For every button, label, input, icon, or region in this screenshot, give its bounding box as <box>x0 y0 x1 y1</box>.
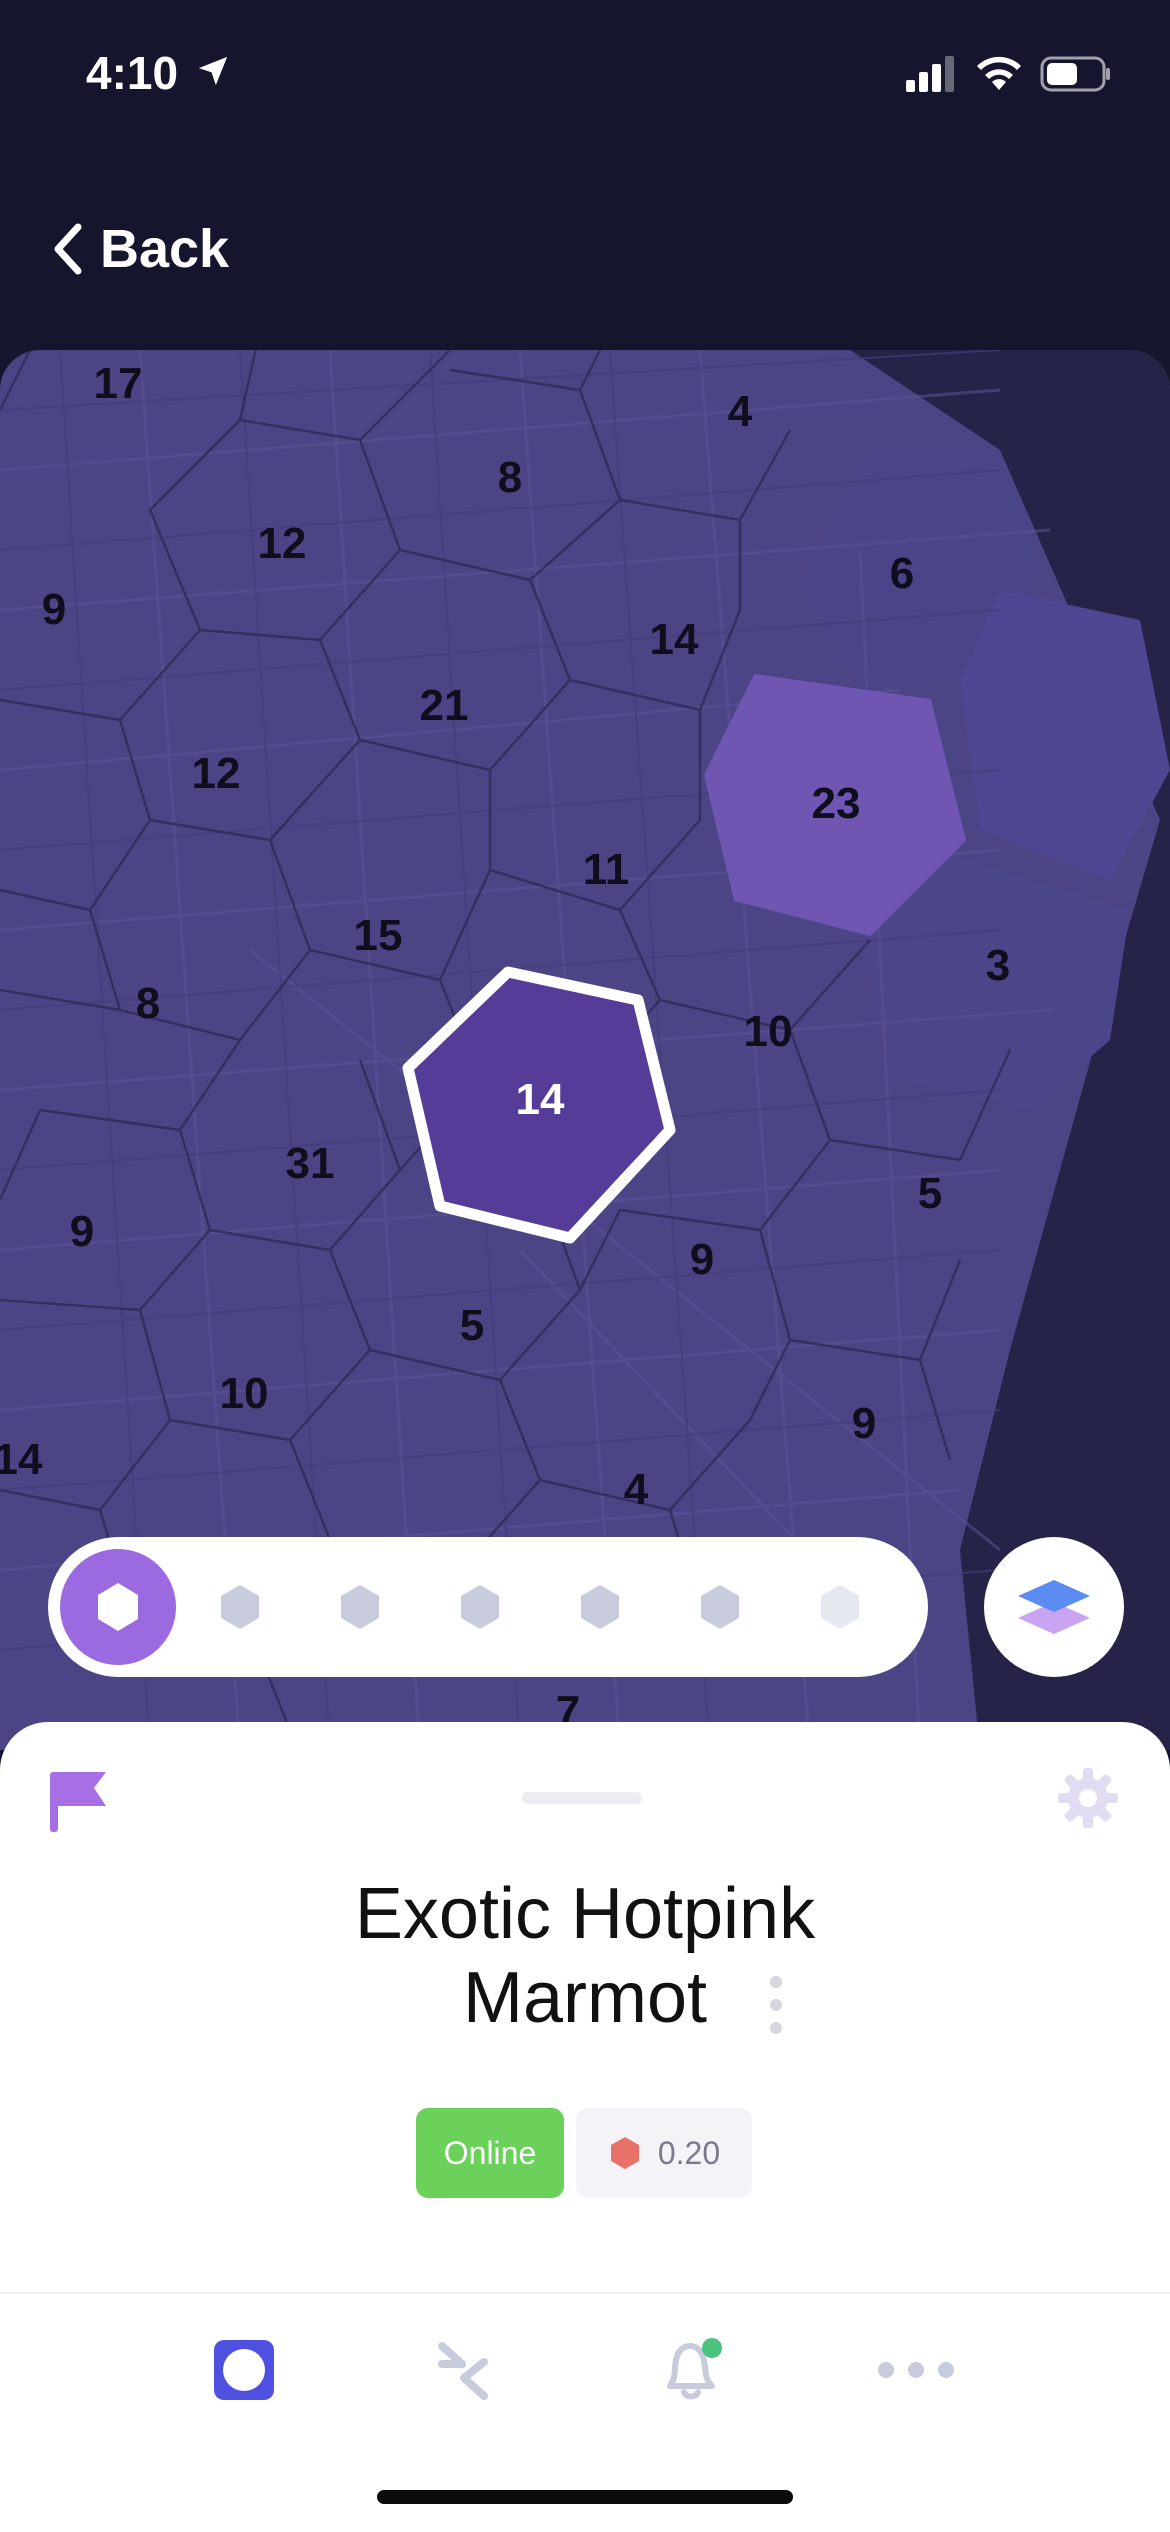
hex-count: 10 <box>743 1007 793 1056</box>
layers-button[interactable] <box>984 1537 1124 1677</box>
hex-count: 17 <box>93 359 143 408</box>
back-label: Back <box>100 219 230 279</box>
hex-count: 3 <box>985 941 1011 990</box>
hex-count: 14 <box>649 615 699 664</box>
hex-count: 12 <box>257 519 307 568</box>
transfer-tab-icon <box>438 2342 488 2400</box>
layers-icon <box>1018 1580 1090 1634</box>
hex-count: 6 <box>889 549 915 598</box>
more-tab-icon <box>878 2362 954 2378</box>
more-vertical-icon[interactable] <box>766 1974 786 2036</box>
status-badge: Online <box>416 2108 564 2198</box>
location-arrow-icon <box>198 56 228 86</box>
hex-count: 21 <box>419 681 469 730</box>
hex-count: 8 <box>497 453 523 502</box>
hex-count: 9 <box>69 1207 95 1256</box>
hex-count: 9 <box>41 585 67 634</box>
hex-count: 9 <box>689 1235 715 1284</box>
gear-icon[interactable] <box>1056 1766 1120 1830</box>
status-time: 4:10 <box>86 47 179 99</box>
resolution-step[interactable] <box>576 1583 624 1631</box>
back-button[interactable]: Back <box>50 214 229 284</box>
hex-count: 8 <box>135 979 161 1028</box>
tab-hotspots[interactable] <box>204 2330 284 2410</box>
resolution-step-active[interactable] <box>60 1549 176 1665</box>
hex-count: 5 <box>917 1169 943 1218</box>
hex-count: 9 <box>851 1399 877 1448</box>
home-indicator <box>377 2490 793 2504</box>
tab-transactions[interactable] <box>424 2330 504 2410</box>
hex-resolution-slider[interactable] <box>48 1537 928 1677</box>
hotspot-name-line1: Exotic Hotpink <box>354 1874 816 1954</box>
hex-count: 12 <box>191 749 241 798</box>
tab-more[interactable] <box>876 2330 956 2410</box>
status-bar: 4:10 <box>0 0 1170 150</box>
hexagon-icon <box>98 1583 138 1631</box>
resolution-step[interactable] <box>816 1583 864 1631</box>
resolution-step[interactable] <box>336 1583 384 1631</box>
hex-count: 31 <box>285 1139 335 1188</box>
hotspot-name-line2: Marmot <box>462 1958 708 2038</box>
hex-count: 23 <box>811 779 861 828</box>
hex-count: 14 <box>0 1435 43 1484</box>
resolution-step[interactable] <box>216 1583 264 1631</box>
hex-count: 10 <box>219 1369 269 1418</box>
battery-icon <box>1040 56 1110 92</box>
wifi-icon <box>977 56 1021 90</box>
flag-icon[interactable] <box>46 1766 110 1834</box>
hex-count: 5 <box>459 1301 485 1350</box>
hex-scale-icon <box>610 2137 639 2169</box>
selected-hex-count[interactable]: 14 <box>516 1075 565 1125</box>
hex-count: 15 <box>353 911 403 960</box>
notifications-tab-icon <box>667 2338 722 2400</box>
resolution-step[interactable] <box>456 1583 504 1631</box>
resolution-step[interactable] <box>696 1583 744 1631</box>
hex-count: 11 <box>582 845 630 894</box>
signal-icon <box>906 56 954 92</box>
hotspot-name: Exotic Hotpink Marmot <box>235 1872 935 2040</box>
chevron-left-icon <box>54 223 82 275</box>
reward-scale-badge: 0.20 <box>576 2108 752 2198</box>
tab-notifications[interactable] <box>652 2330 732 2410</box>
hotspots-tab-icon <box>214 2340 274 2400</box>
reward-scale-value: 0.20 <box>657 2134 721 2171</box>
sheet-handle[interactable] <box>522 1792 642 1804</box>
hex-count: 4 <box>727 387 753 436</box>
hex-count: 4 <box>623 1465 649 1514</box>
